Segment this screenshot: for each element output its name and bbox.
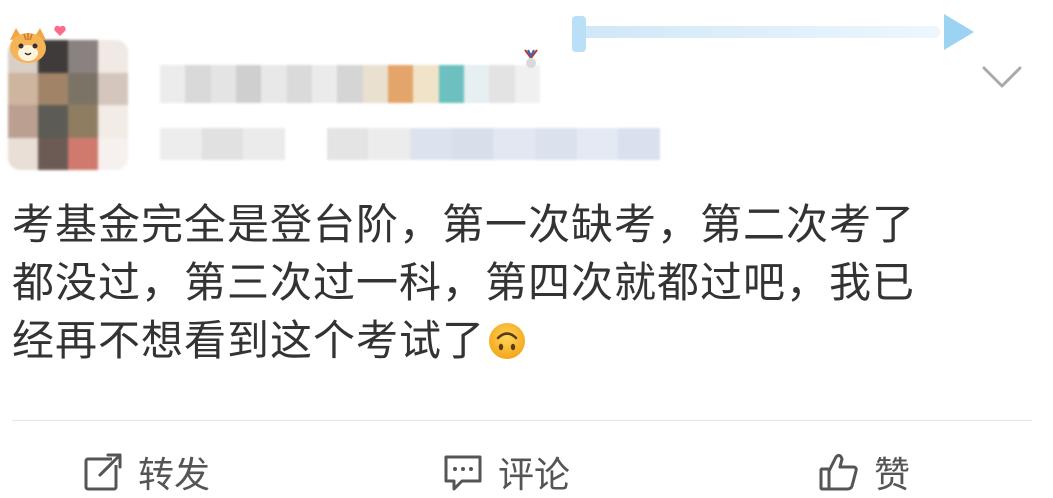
upside-down-face-icon bbox=[489, 323, 526, 359]
heart-icon bbox=[54, 25, 66, 36]
post-text-line: 考基金完全是登台阶，第一次缺考，第二次考了 bbox=[12, 200, 916, 249]
thumbs-up-icon bbox=[819, 453, 858, 491]
post-meta-redacted bbox=[160, 128, 661, 160]
comment-icon bbox=[444, 455, 482, 491]
post-text-line: 经再不想看到这个考试了 bbox=[12, 312, 1042, 370]
decorative-banner-icon bbox=[572, 14, 974, 52]
username-redacted[interactable] bbox=[160, 65, 540, 103]
post-text-line: 都没过，第三次过一科，第四次就都过吧，我已 bbox=[12, 258, 916, 307]
post-body: 考基金完全是登台阶，第一次缺考，第二次考了 都没过，第三次过一科，第四次就都过吧… bbox=[12, 196, 1042, 370]
repost-label: 转发 bbox=[138, 455, 211, 496]
like-button[interactable]: 赞 bbox=[818, 450, 910, 496]
medal-badge-icon bbox=[524, 49, 538, 68]
like-label: 赞 bbox=[874, 455, 911, 496]
repost-icon bbox=[84, 453, 124, 491]
divider bbox=[12, 420, 1032, 421]
comment-label: 评论 bbox=[498, 455, 571, 496]
cat-sticker-icon bbox=[10, 28, 46, 63]
chevron-down-icon[interactable] bbox=[980, 62, 1024, 92]
comment-button[interactable]: 评论 bbox=[442, 450, 570, 496]
weibo-post-card: 考基金完全是登台阶，第一次缺考，第二次考了 都没过，第三次过一科，第四次就都过吧… bbox=[0, 0, 1053, 496]
action-bar: 转发 评论 赞 bbox=[0, 440, 1053, 497]
repost-button[interactable]: 转发 bbox=[82, 450, 210, 496]
